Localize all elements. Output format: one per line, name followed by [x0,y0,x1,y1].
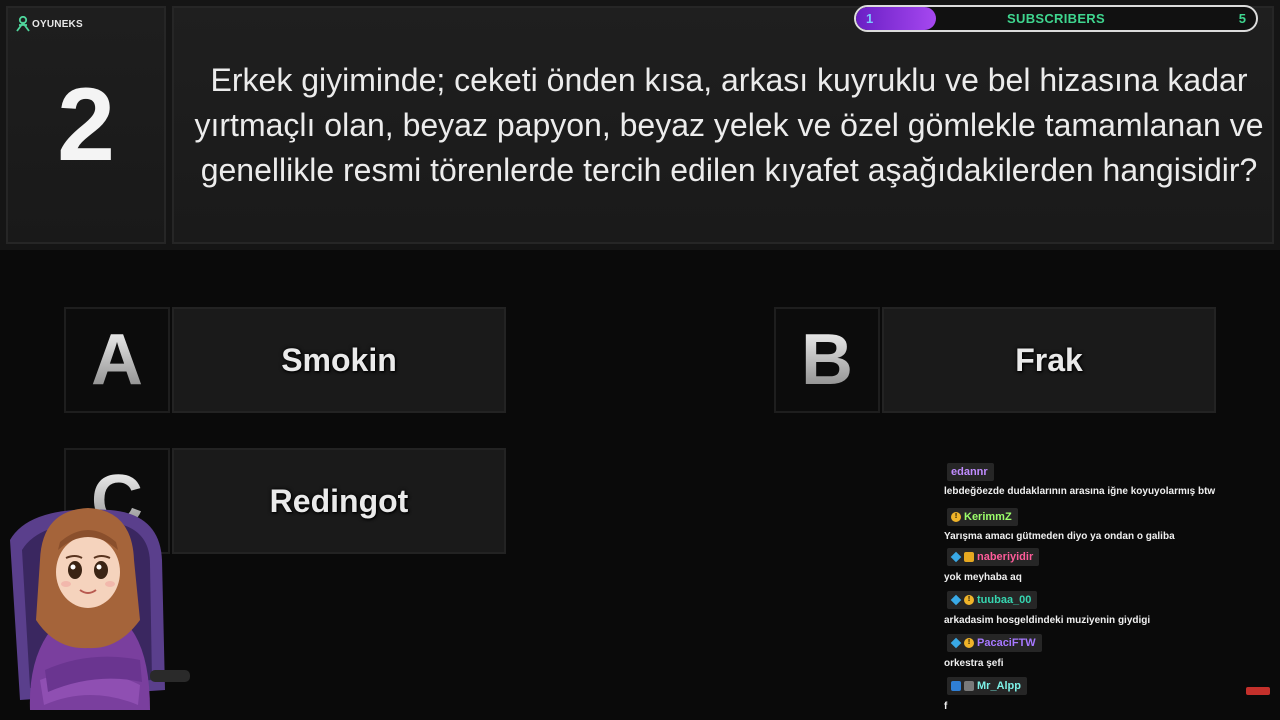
answer-text-box: Redingot [172,448,506,554]
gem-icon [950,637,962,649]
chat-message: Mr_Alpp f [942,677,1242,720]
youtube-icon [1246,687,1270,695]
coin-icon: ! [964,595,974,605]
chat-user-badge: ! KerimmZ [947,508,1018,526]
answer-b[interactable]: B Frak [774,307,1216,413]
chat-text: f [944,701,948,712]
subscriber-goal: 5 [1238,11,1246,26]
question-panel: Erkek giyiminde; ceketi önden kısa, arka… [172,6,1274,244]
chat-message: ! KerimmZ Yarışma amacı gütmeden diyo ya… [942,505,1242,548]
chat-username: edannr [951,466,988,478]
answer-letter-box: A [64,307,170,413]
chat-message: naberiyidir yok meyhaba aq [942,548,1242,591]
answer-text-box: Frak [882,307,1216,413]
subscriber-label: SUBSCRIBERS [1007,11,1105,26]
channel-logo: OYUNEKS [16,16,83,32]
chat-overlay: edannr lebdeğöezde dudaklarının arasına … [942,462,1242,720]
chat-user-badge: Mr_Alpp [947,677,1027,695]
answer-text: Redingot [269,482,409,519]
answer-text: Smokin [281,341,397,378]
chat-text: yok meyhaba aq [944,572,1022,583]
answer-a[interactable]: A Smokin [64,307,506,413]
chat-user-badge: ! tuubaa_00 [947,591,1038,609]
question-text: Erkek giyiminde; ceketi önden kısa, arka… [194,62,1264,188]
subscriber-goal-bar: 1 SUBSCRIBERS 5 [854,5,1258,32]
answer-letter-box: B [774,307,880,413]
chat-text: orkestra şefi [944,658,1004,669]
chat-username: KerimmZ [964,511,1012,523]
chat-message: edannr lebdeğöezde dudaklarının arasına … [942,462,1242,505]
chat-text: lebdeğöezde dudaklarının arasına iğne ko… [944,486,1216,497]
answer-text-box: Smokin [172,307,506,413]
answer-letter: A [91,320,143,400]
question-number: 2 [57,66,115,183]
chat-username: PacaciFTW [977,637,1036,649]
wrench-icon [964,681,974,691]
gem-icon [950,594,962,606]
answer-text: Frak [1015,341,1083,378]
chat-username: Mr_Alpp [977,680,1021,692]
oyuneks-logo-icon [16,16,30,32]
coin-icon: ! [964,638,974,648]
streamer-avatar [10,508,190,710]
question-number-panel: 2 [6,6,166,244]
logo-text: OYUNEKS [32,18,83,30]
chat-message: ! tuubaa_00 arkadasim hosgeldindeki muzi… [942,591,1242,634]
coin-icon: ! [951,512,961,522]
mod-sword-icon [951,681,961,691]
chat-user-badge: edannr [947,463,994,481]
gem-icon [950,551,962,563]
chat-username: naberiyidir [977,551,1034,563]
chat-text: arkadasim hosgeldindeki muziyenin giydig… [944,615,1151,626]
chat-user-badge: naberiyidir [947,548,1040,566]
chest-icon [964,552,974,562]
chat-text: Yarışma amacı gütmeden diyo ya ondan o g… [944,531,1175,542]
chat-user-badge: ! PacaciFTW [947,634,1042,652]
chat-username: tuubaa_00 [977,594,1032,606]
answer-letter: B [801,320,853,400]
chat-message: ! PacaciFTW orkestra şefi [942,634,1242,677]
